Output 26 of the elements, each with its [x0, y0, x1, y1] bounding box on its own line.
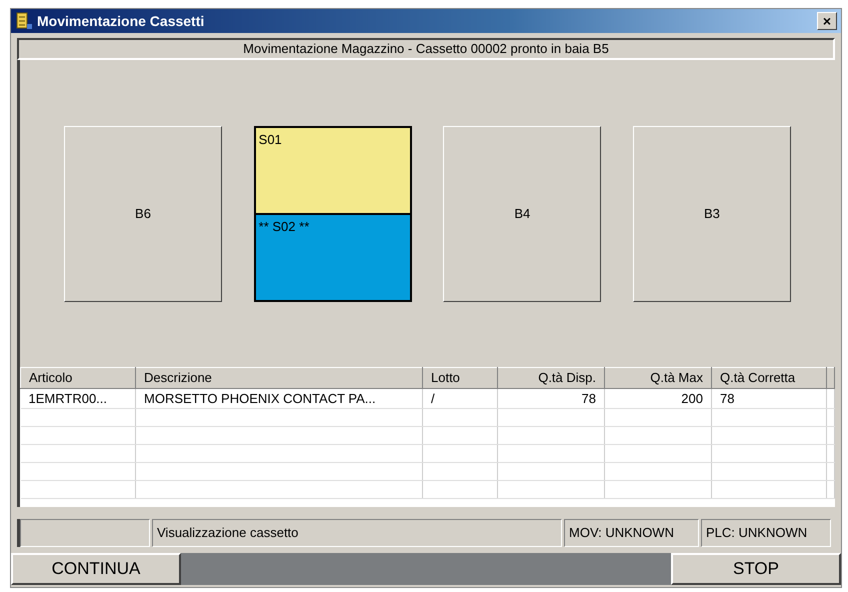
status-panel: PLC: UNKNOWN	[701, 519, 831, 547]
column-header[interactable]: Q.tà Corretta	[712, 368, 826, 388]
bay-tile[interactable]: B4	[443, 126, 602, 302]
table-cell: 1EMRTR00...	[20, 388, 136, 408]
bay-tile[interactable]: B6	[64, 126, 222, 302]
continue-button[interactable]: CONTINUA	[11, 553, 181, 585]
table-cell: 78	[712, 388, 826, 408]
column-header[interactable]: Q.tà Disp.	[498, 368, 604, 388]
drawer-section[interactable]: S01	[254, 126, 411, 214]
close-button[interactable]: ×	[817, 12, 837, 30]
window-title: Movimentazione Cassetti	[37, 12, 204, 30]
column-header[interactable]: Descrizione	[136, 368, 422, 388]
drawer-section[interactable]: ** S02 **	[254, 214, 411, 300]
table-cell: 78	[498, 388, 604, 408]
table-cell: /	[422, 388, 498, 408]
column-header[interactable]: Lotto	[422, 368, 498, 388]
column-header[interactable]: Q.tà Max	[604, 368, 712, 388]
status-panel: Visualizzazione cassetto	[152, 519, 562, 547]
header-message: Movimentazione Magazzino - Cassetto 00002 pronto in baia B5	[17, 38, 835, 60]
table-cell: 200	[604, 388, 712, 408]
stop-button[interactable]: STOP	[671, 553, 841, 585]
column-header[interactable]: Articolo	[20, 368, 136, 388]
app-icon	[15, 12, 33, 30]
status-panel: MOV: UNKNOWN	[564, 519, 699, 547]
bay-tile[interactable]: B3	[632, 126, 791, 302]
table-cell: MORSETTO PHOENIX CONTACT PA...	[136, 388, 422, 408]
